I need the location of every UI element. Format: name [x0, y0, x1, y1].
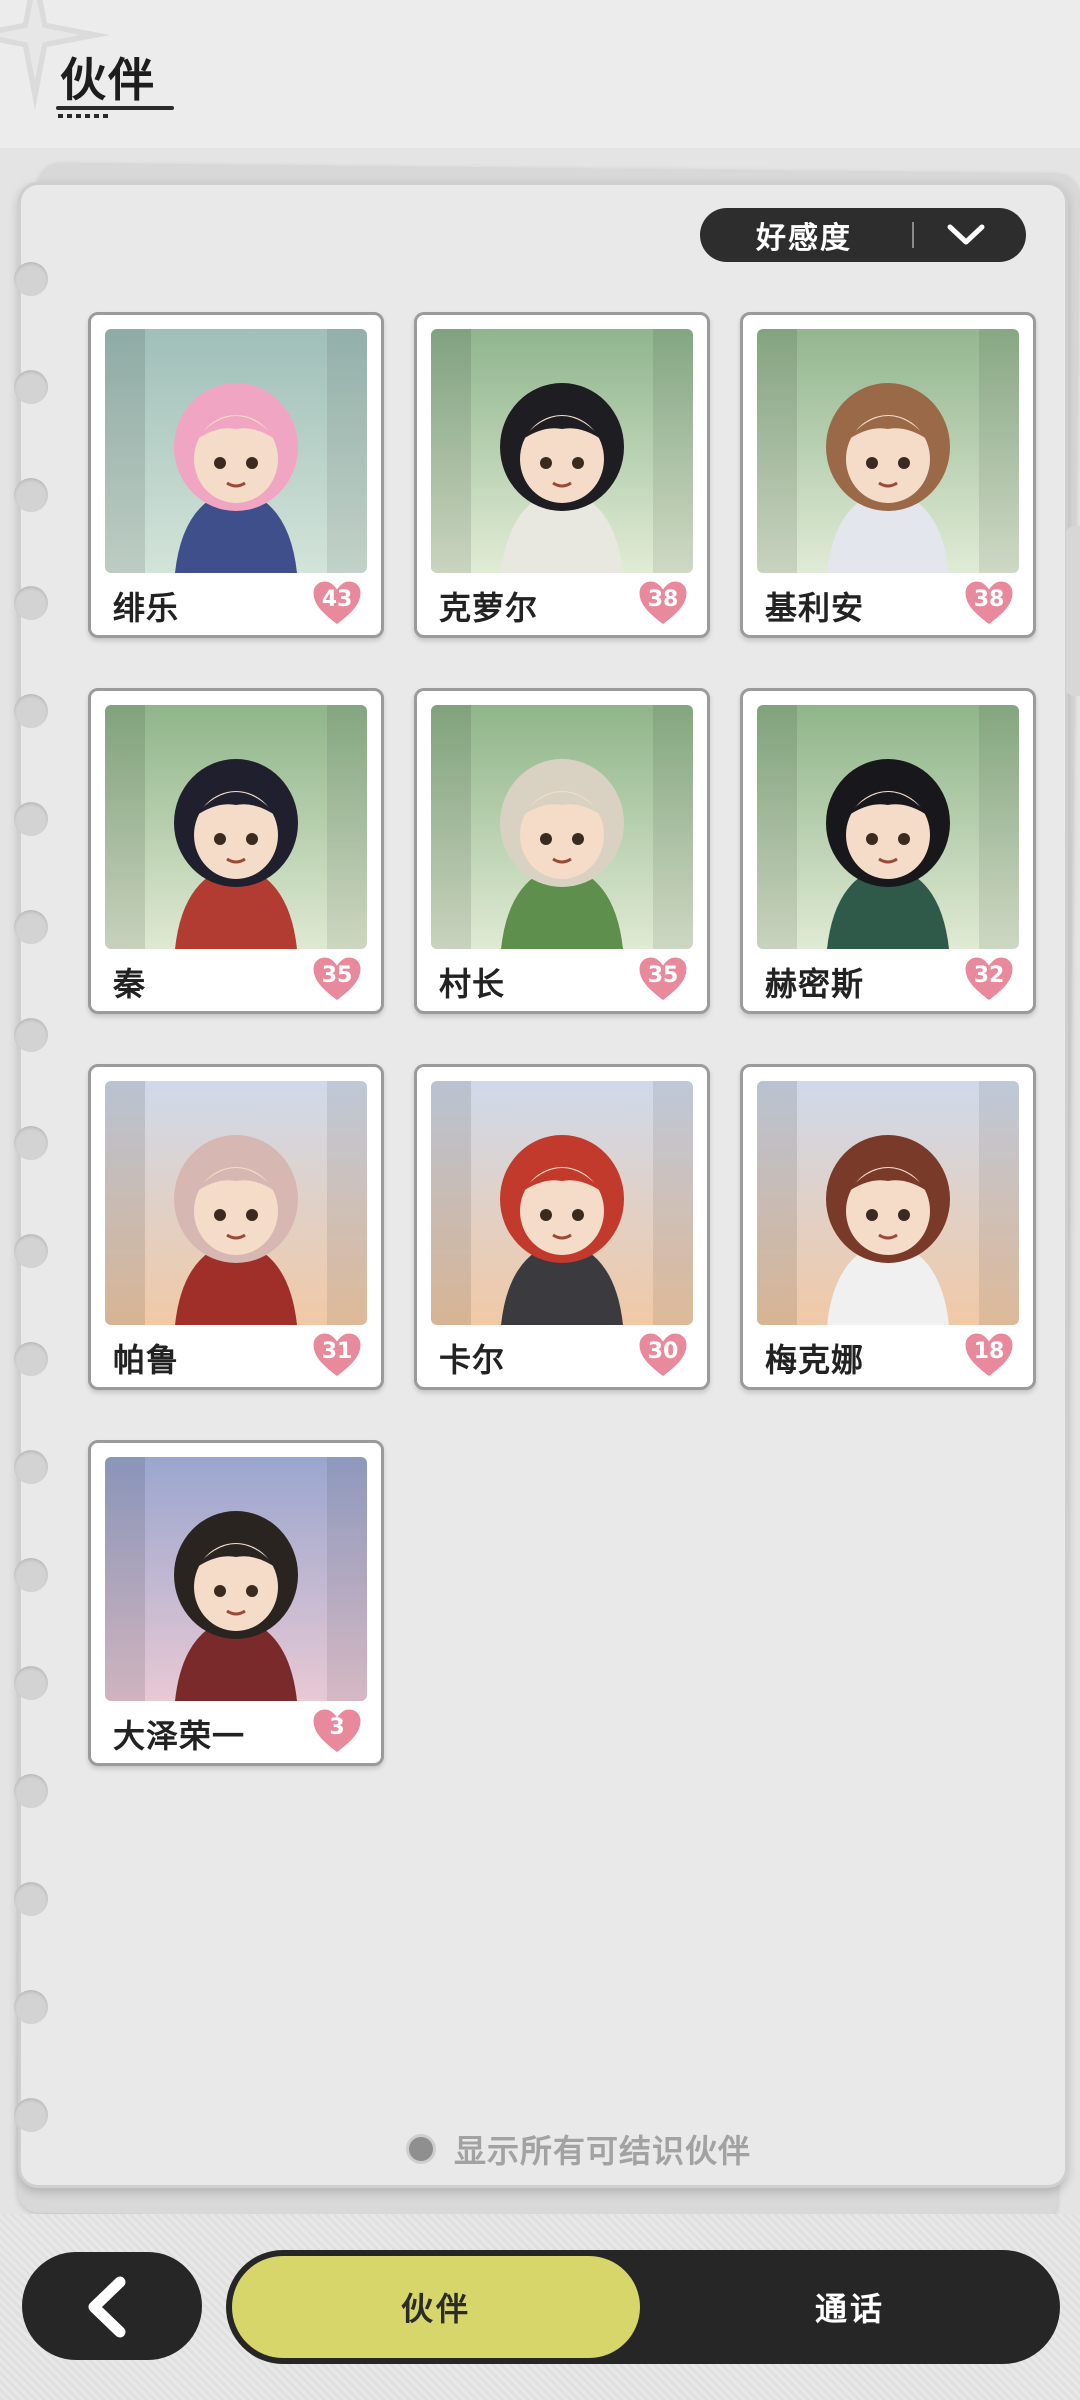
binder-hole — [14, 1774, 48, 1808]
partner-card[interactable]: 大泽荣一 3 — [88, 1440, 384, 1766]
affection-badge: 35 — [635, 953, 691, 1005]
binder-hole — [14, 1990, 48, 2024]
tab-calls[interactable]: 通话 — [646, 2256, 1054, 2358]
partner-name: 赫密斯 — [765, 965, 865, 1003]
affection-value: 31 — [321, 1339, 353, 1364]
binder-hole — [14, 1882, 48, 1916]
partner-card[interactable]: 克萝尔 38 — [414, 312, 710, 638]
partner-card[interactable]: 村长 35 — [414, 688, 710, 1014]
affection-value: 35 — [321, 963, 353, 988]
partner-card[interactable]: 基利安 38 — [740, 312, 1036, 638]
partner-name: 绯乐 — [113, 589, 180, 627]
goggles-girl-portrait — [757, 1081, 1019, 1325]
partner-name: 帕鲁 — [113, 1341, 180, 1379]
affection-value: 38 — [647, 587, 679, 612]
affection-badge: 31 — [309, 1329, 365, 1381]
page-title: 伙伴 — [60, 53, 156, 107]
affection-value: 35 — [647, 963, 679, 988]
partner-card[interactable]: 赫密斯 32 — [740, 688, 1036, 1014]
radio-button[interactable] — [406, 2134, 436, 2164]
partner-card[interactable]: 梅克娜 18 — [740, 1064, 1036, 1390]
binder-hole — [14, 2098, 48, 2132]
sort-label: 好感度 — [756, 221, 852, 256]
show-all-partners-toggle[interactable]: 显示所有可结识伙伴 — [406, 2126, 751, 2172]
affection-badge: 32 — [961, 953, 1017, 1005]
horned-warrior-portrait — [105, 1081, 367, 1325]
affection-value: 32 — [973, 963, 1005, 988]
fox-eared-scholar-portrait — [757, 705, 1019, 949]
back-arrow-icon — [88, 2276, 126, 2338]
partner-name: 梅克娜 — [765, 1341, 865, 1379]
title-dots — [58, 114, 108, 118]
scroll-tab[interactable] — [1066, 526, 1080, 696]
partner-name: 克萝尔 — [439, 589, 539, 627]
binder-hole — [14, 1234, 48, 1268]
partner-name: 村长 — [439, 965, 506, 1003]
binder-hole — [14, 802, 48, 836]
sort-separator — [912, 222, 914, 248]
affection-badge: 30 — [635, 1329, 691, 1381]
binder-hole — [14, 1126, 48, 1160]
kimono-boy-portrait — [105, 1457, 367, 1701]
binder-hole — [14, 1450, 48, 1484]
bottom-tab-group: 伙伴 通话 — [226, 2250, 1060, 2364]
affection-value: 3 — [329, 1715, 345, 1740]
affection-badge: 35 — [309, 953, 365, 1005]
binder-hole — [14, 370, 48, 404]
partner-name: 秦 — [113, 965, 147, 1003]
binder-hole — [14, 1018, 48, 1052]
tab-partners[interactable]: 伙伴 — [232, 2256, 640, 2358]
partner-name: 大泽荣一 — [113, 1717, 246, 1755]
pink-haired-girl-portrait — [105, 329, 367, 573]
black-cat-witch-portrait — [431, 329, 693, 573]
binder-hole — [14, 1342, 48, 1376]
show-all-label: 显示所有可结识伙伴 — [454, 2132, 752, 2170]
affection-value: 38 — [973, 587, 1005, 612]
affection-badge: 38 — [961, 577, 1017, 629]
partner-card[interactable]: 绯乐 43 — [88, 312, 384, 638]
binder-hole — [14, 586, 48, 620]
binder-hole — [14, 694, 48, 728]
binder-hole — [14, 1666, 48, 1700]
affection-value: 30 — [647, 1339, 679, 1364]
horned-girl-portrait — [105, 705, 367, 949]
binder-hole — [14, 478, 48, 512]
affection-badge: 38 — [635, 577, 691, 629]
partner-card[interactable]: 秦 35 — [88, 688, 384, 1014]
title-underline — [56, 106, 174, 110]
affection-badge: 43 — [309, 577, 365, 629]
partner-name: 基利安 — [765, 589, 865, 627]
binder-hole — [14, 910, 48, 944]
affection-value: 43 — [321, 587, 353, 612]
affection-badge: 18 — [961, 1329, 1017, 1381]
sort-dropdown[interactable]: 好感度 — [700, 208, 1026, 262]
partner-card[interactable]: 卡尔 30 — [414, 1064, 710, 1390]
binder-hole — [14, 262, 48, 296]
back-button[interactable] — [22, 2252, 202, 2360]
partner-name: 卡尔 — [439, 1341, 506, 1379]
rabbit-eared-boy-portrait — [757, 329, 1019, 573]
binder-hole — [14, 1558, 48, 1592]
red-haired-hammer-portrait — [431, 1081, 693, 1325]
affection-value: 18 — [973, 1339, 1005, 1364]
chevron-down-icon — [947, 224, 985, 245]
partner-card[interactable]: 帕鲁 31 — [88, 1064, 384, 1390]
affection-badge: 3 — [309, 1705, 365, 1757]
header-bar: 伙伴 — [0, 0, 1080, 148]
village-chief-portrait — [431, 705, 693, 949]
